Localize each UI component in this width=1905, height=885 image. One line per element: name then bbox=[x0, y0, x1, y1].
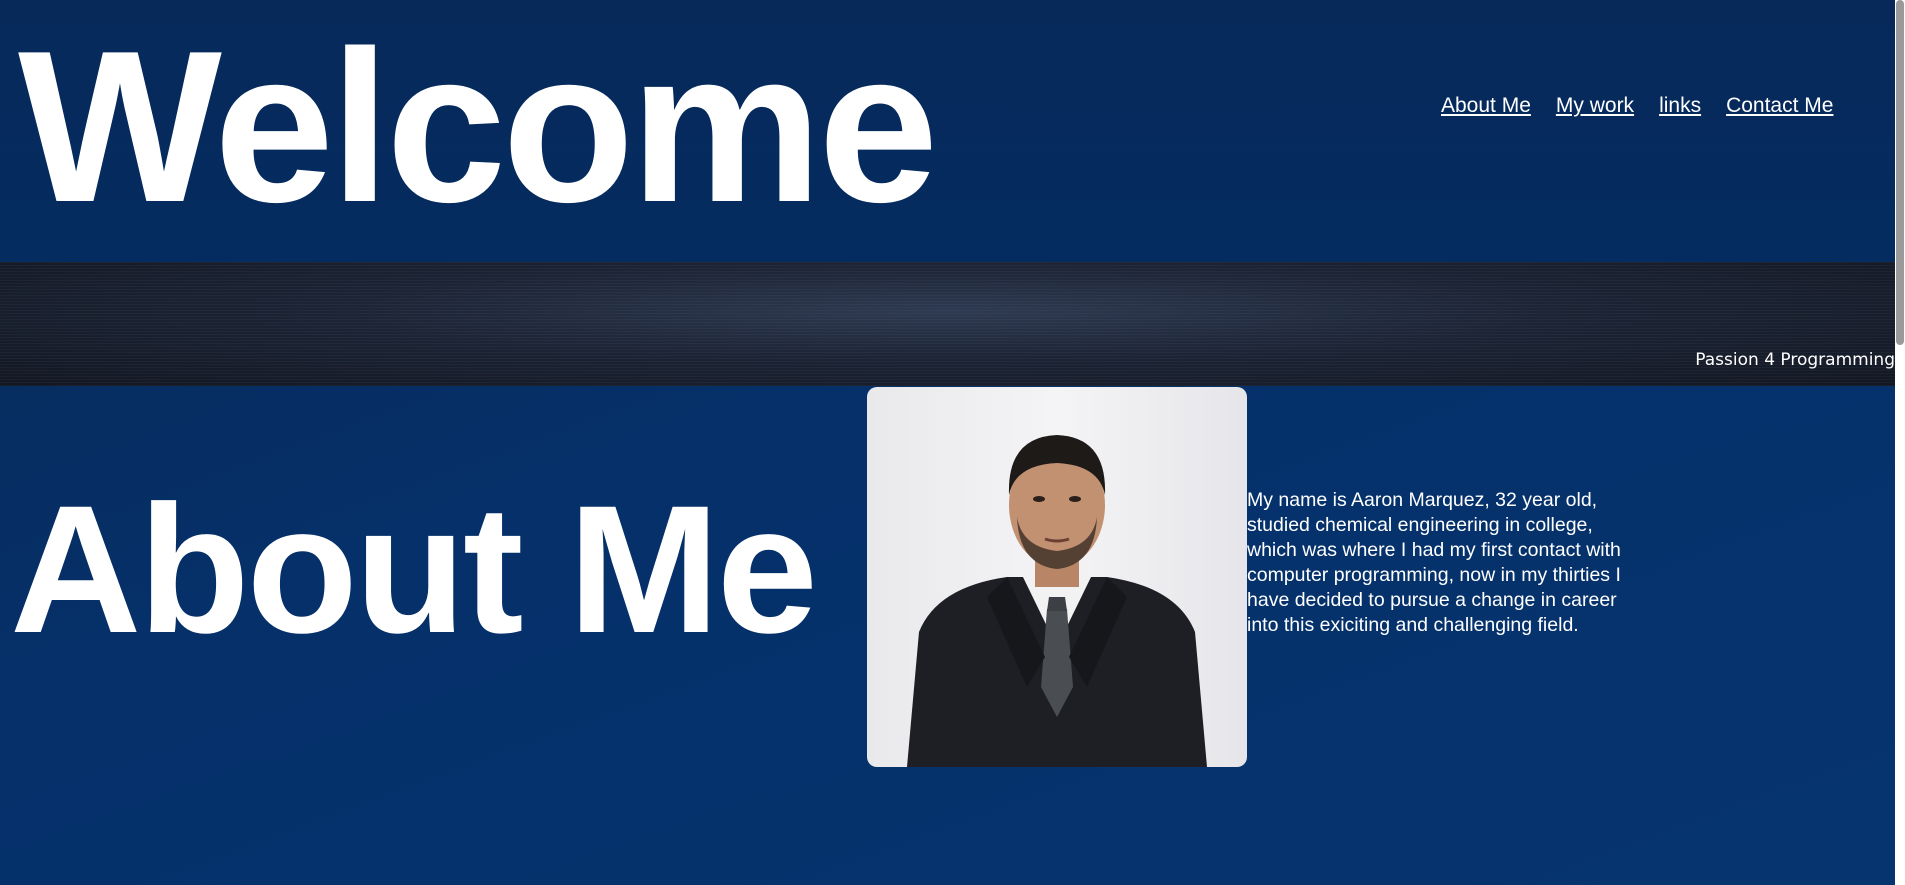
welcome-title: Welcome bbox=[18, 5, 938, 247]
about-me-title: About Me bbox=[10, 467, 818, 671]
tagline: Passion 4 Programming bbox=[1695, 350, 1895, 370]
main-nav: About Me My work links Contact Me bbox=[1441, 94, 1833, 118]
nav-link-about-me[interactable]: About Me bbox=[1441, 94, 1531, 118]
nav-link-contact-me[interactable]: Contact Me bbox=[1726, 94, 1833, 118]
bio-text: My name is Aaron Marquez, 32 year old, s… bbox=[1247, 489, 1621, 636]
portrait-illustration bbox=[907, 435, 1207, 767]
nav-link-links[interactable]: links bbox=[1659, 94, 1701, 118]
profile-photo bbox=[867, 387, 1247, 767]
page-scrollbar[interactable] bbox=[1895, 0, 1905, 885]
banner: Passion 4 Programming bbox=[0, 262, 1895, 386]
nav-link-my-work[interactable]: My work bbox=[1556, 94, 1634, 118]
scrollbar-thumb[interactable] bbox=[1896, 0, 1904, 345]
site-header: Welcome About Me My work links Contact M… bbox=[0, 0, 1895, 262]
